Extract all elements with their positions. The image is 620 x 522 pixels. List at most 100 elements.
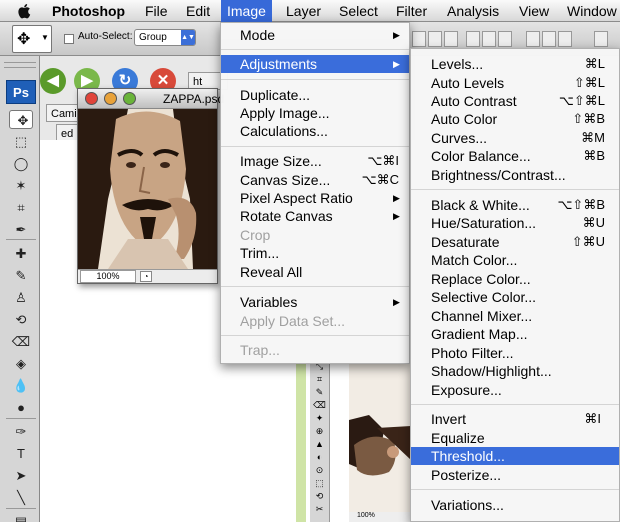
distribute-left-icon[interactable] xyxy=(526,31,540,47)
document-titlebar[interactable]: ZAPPA.psd xyxy=(78,89,224,109)
menu-item-selective-color[interactable]: Selective Color... xyxy=(411,288,619,306)
blur-tool-icon[interactable]: 💧 xyxy=(9,376,33,395)
menu-item-reveal-all[interactable]: Reveal All xyxy=(221,263,409,281)
menu-item-exposure[interactable]: Exposure... xyxy=(411,381,619,399)
type-tool-icon[interactable]: T xyxy=(9,444,33,463)
dodge-tool-icon[interactable]: ● xyxy=(9,398,33,417)
zoom-field[interactable]: 100% xyxy=(80,270,136,283)
menu-item-photo-filter[interactable]: Photo Filter... xyxy=(411,344,619,362)
menu-item-replace-color[interactable]: Replace Color... xyxy=(411,270,619,288)
menu-item-variations[interactable]: Variations... xyxy=(411,496,619,514)
menu-item-canvas-size[interactable]: Canvas Size... ⌥⌘C xyxy=(221,171,409,189)
menu-item-gradient-map[interactable]: Gradient Map... xyxy=(411,325,619,343)
auto-align-icon[interactable] xyxy=(594,31,608,47)
move-tool-icon[interactable]: ✥ xyxy=(9,110,33,129)
menu-item-adjustments[interactable]: Adjustments ▶ xyxy=(221,55,409,73)
background-tool-icons: ⤡ ⌗ ✎ ⌫ ✦ ⊕ ▲ ◐ ⊙ ⬚ ⟲ ✂ xyxy=(313,361,326,514)
menu-view[interactable]: View xyxy=(519,0,549,22)
auto-select-label: Auto-Select: xyxy=(78,31,133,42)
menu-item-image-size[interactable]: Image Size... ⌥⌘I xyxy=(221,152,409,170)
align-vcenter-icon[interactable] xyxy=(428,31,442,47)
apple-icon[interactable] xyxy=(16,2,34,20)
menu-item-pixel-aspect-ratio[interactable]: Pixel Aspect Ratio ▶ xyxy=(221,189,409,207)
align-top-icon[interactable] xyxy=(412,31,426,47)
distribute-hcenter-icon[interactable] xyxy=(542,31,556,47)
auto-select-dropdown[interactable]: Group ▲▼ xyxy=(134,29,196,46)
menu-item-variables[interactable]: Variables ▶ xyxy=(221,293,409,311)
auto-select-checkbox[interactable] xyxy=(64,34,74,44)
background-zoom-field[interactable]: 100% xyxy=(349,512,411,522)
menu-separator xyxy=(411,489,619,490)
paint-bucket-tool-icon[interactable]: ◈ xyxy=(9,354,33,373)
menu-item-auto-contrast[interactable]: Auto Contrast ⌥⇧⌘L xyxy=(411,92,619,110)
menu-item-posterize[interactable]: Posterize... xyxy=(411,466,619,484)
menu-item-calculations[interactable]: Calculations... xyxy=(221,122,409,140)
menu-image[interactable]: Image xyxy=(221,0,272,22)
menu-item-match-color[interactable]: Match Color... xyxy=(411,251,619,269)
menu-item-threshold[interactable]: Threshold... xyxy=(411,447,619,465)
menu-separator xyxy=(411,189,619,190)
menu-select[interactable]: Select xyxy=(339,0,378,22)
menu-item-rotate-canvas[interactable]: Rotate Canvas ▶ xyxy=(221,207,409,225)
menu-item-equalize[interactable]: Equalize xyxy=(411,429,619,447)
menu-window[interactable]: Window xyxy=(567,0,617,22)
menu-item-curves[interactable]: Curves... ⌘M xyxy=(411,129,619,147)
menu-item-brightness-contrast[interactable]: Brightness/Contrast... xyxy=(411,166,619,184)
eraser-tool-icon[interactable]: ⌫ xyxy=(9,332,33,351)
path-selection-tool-icon[interactable]: ➤ xyxy=(9,466,33,485)
menu-item-trim[interactable]: Trim... xyxy=(221,244,409,262)
distribute-right-icon[interactable] xyxy=(558,31,572,47)
menu-item-invert[interactable]: Invert ⌘I xyxy=(411,410,619,428)
submenu-arrow-icon: ▶ xyxy=(393,59,400,69)
menu-separator xyxy=(221,79,409,80)
menu-item-channel-mixer[interactable]: Channel Mixer... xyxy=(411,307,619,325)
line-tool-icon[interactable]: ╲ xyxy=(9,488,33,507)
menu-filter[interactable]: Filter xyxy=(396,0,427,22)
menu-item-black-white[interactable]: Black & White... ⌥⇧⌘B xyxy=(411,196,619,214)
crop-tool-icon[interactable]: ⌗ xyxy=(9,198,33,217)
menu-item-desaturate[interactable]: Desaturate ⇧⌘U xyxy=(411,233,619,251)
tool-divider xyxy=(6,418,36,419)
menu-separator xyxy=(411,404,619,405)
menu-separator xyxy=(221,286,409,287)
marquee-tool-icon[interactable]: ⬚ xyxy=(9,132,33,151)
menu-item-levels[interactable]: Levels... ⌘L xyxy=(411,55,619,73)
document-title: ZAPPA.psd xyxy=(163,92,225,106)
pen-tool-icon[interactable]: ✑ xyxy=(9,422,33,441)
minimize-icon[interactable] xyxy=(104,92,117,105)
distribute-bottom-icon[interactable] xyxy=(498,31,512,47)
lasso-tool-icon[interactable]: ◯ xyxy=(9,154,33,173)
menu-edit[interactable]: Edit xyxy=(186,0,210,22)
menu-item-auto-color[interactable]: Auto Color ⇧⌘B xyxy=(411,110,619,128)
menu-layer[interactable]: Layer xyxy=(286,0,321,22)
align-bottom-icon[interactable] xyxy=(444,31,458,47)
zoom-icon[interactable] xyxy=(123,92,136,105)
menu-item-color-balance[interactable]: Color Balance... ⌘B xyxy=(411,147,619,165)
magic-wand-tool-icon[interactable]: ✶ xyxy=(9,176,33,195)
menu-item-crop: Crop xyxy=(240,227,271,243)
brush-tool-icon[interactable]: ✎ xyxy=(9,266,33,285)
healing-brush-tool-icon[interactable]: ✚ xyxy=(9,244,33,263)
distribute-top-icon[interactable] xyxy=(466,31,480,47)
distribute-vcenter-icon[interactable] xyxy=(482,31,496,47)
menu-item-apply-image[interactable]: Apply Image... xyxy=(221,104,409,122)
back-icon[interactable]: ◀ xyxy=(40,68,66,94)
sidebar-strip xyxy=(296,360,306,522)
menu-file[interactable]: File xyxy=(145,0,168,22)
status-menu-icon[interactable]: ◔ xyxy=(140,271,152,282)
panel-grip[interactable] xyxy=(4,62,36,68)
tool-divider xyxy=(6,508,36,509)
tool-preset-picker[interactable]: ✥ ▼ xyxy=(12,25,52,53)
menu-item-shadow-highlight[interactable]: Shadow/Highlight... xyxy=(411,362,619,380)
menu-item-mode[interactable]: Mode ▶ xyxy=(221,26,409,44)
notes-tool-icon[interactable]: ▤ xyxy=(9,512,33,522)
menu-item-auto-levels[interactable]: Auto Levels ⇧⌘L xyxy=(411,74,619,92)
menu-item-hue-saturation[interactable]: Hue/Saturation... ⌘U xyxy=(411,214,619,232)
clone-stamp-tool-icon[interactable]: ♙ xyxy=(9,288,33,307)
menu-item-duplicate[interactable]: Duplicate... xyxy=(221,86,409,104)
menu-analysis[interactable]: Analysis xyxy=(447,0,499,22)
history-brush-tool-icon[interactable]: ⟲ xyxy=(9,310,33,329)
menu-photoshop[interactable]: Photoshop xyxy=(52,0,125,22)
eyedropper-tool-icon[interactable]: ✒ xyxy=(9,220,33,239)
close-icon[interactable] xyxy=(85,92,98,105)
